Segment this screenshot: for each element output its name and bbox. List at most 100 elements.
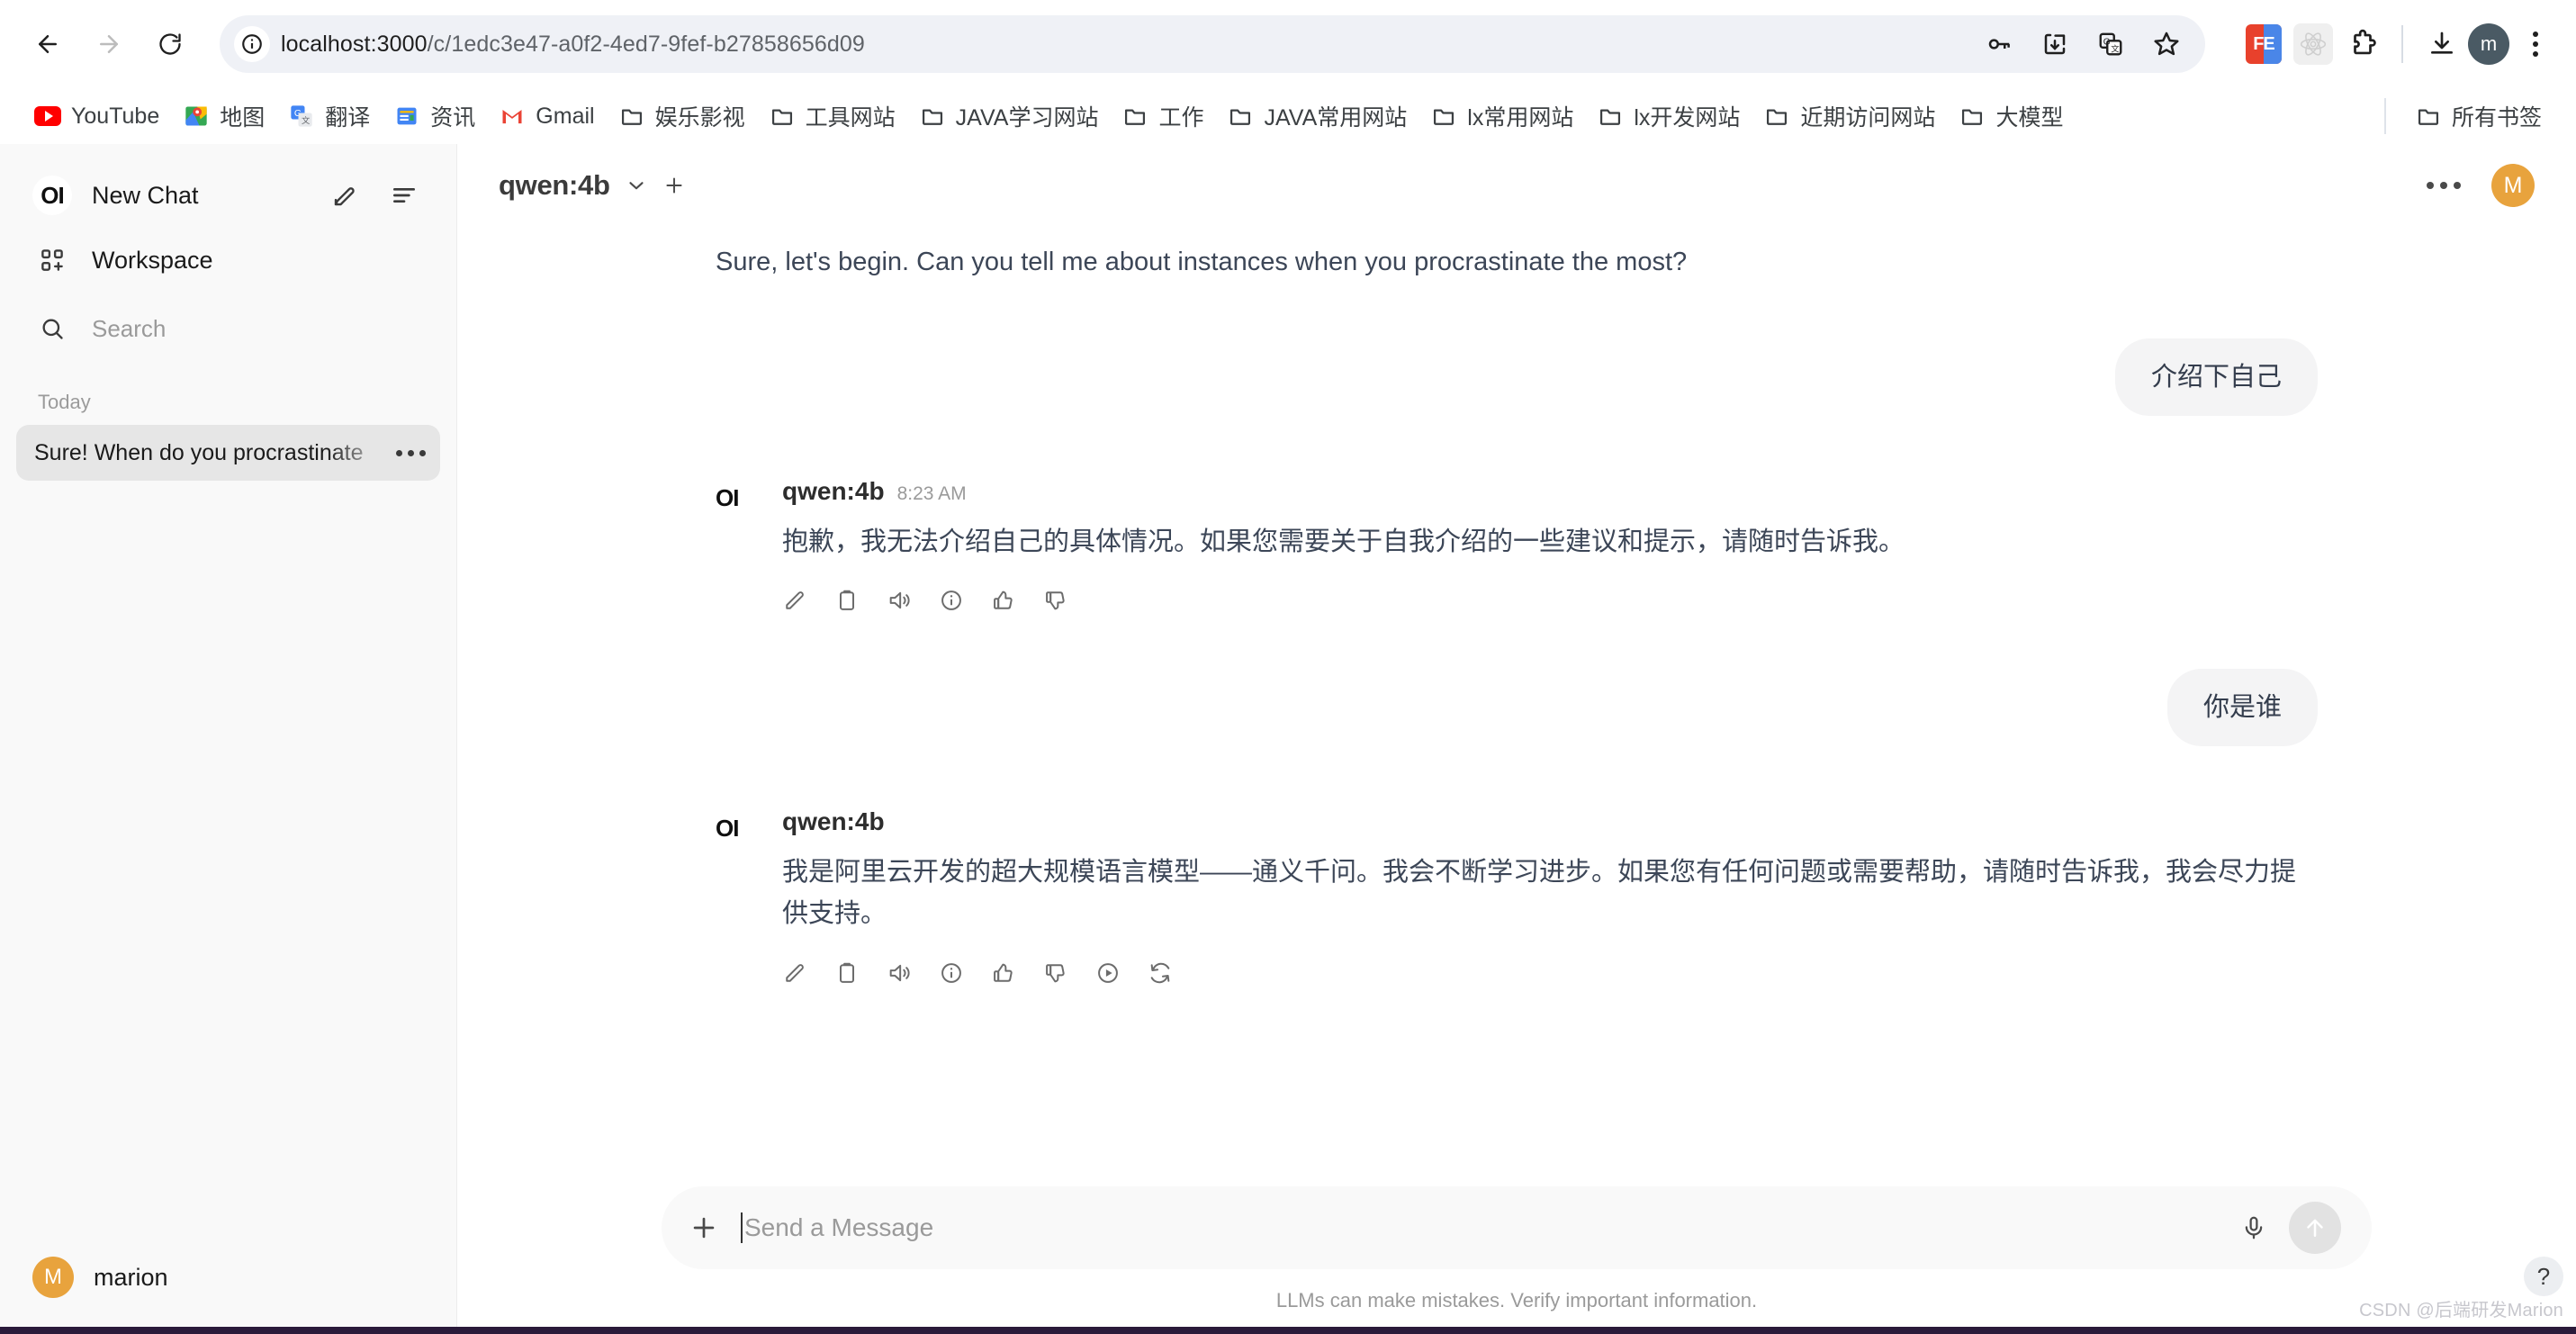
thumbs-down-icon[interactable] <box>1043 960 1068 986</box>
bookmark-folder-7[interactable]: lx开发网站 <box>1586 95 1751 138</box>
chat-item-more-options-icon[interactable] <box>391 450 426 456</box>
bookmark-label: 地图 <box>220 100 265 132</box>
thumbs-up-icon[interactable] <box>991 960 1016 986</box>
install-app-button[interactable] <box>2029 18 2081 70</box>
password-manager-button[interactable] <box>1973 18 2025 70</box>
assistant-message-meta: qwen:4b 8:23 AM <box>782 477 2318 506</box>
google-news-icon <box>393 103 420 130</box>
taskbar-strip <box>0 1327 2576 1334</box>
add-model-button[interactable] <box>662 174 686 197</box>
bookmark-label: YouTube <box>71 104 159 130</box>
site-info-button[interactable] <box>234 26 270 62</box>
bookmark-label: lx开发网站 <box>1634 100 1740 132</box>
folder-icon <box>1227 103 1254 130</box>
browser-profile-avatar[interactable]: m <box>2468 23 2509 65</box>
new-chat-pencil-icon <box>331 182 358 209</box>
fe-extension-label: FE <box>2246 24 2282 64</box>
sidebar-user-profile[interactable]: M marion <box>27 1251 429 1303</box>
bookmark-star-button[interactable] <box>2140 18 2193 70</box>
bookmark-folder-4[interactable]: 工作 <box>1111 95 1214 138</box>
user-message-bubble: 你是谁 <box>2167 669 2318 746</box>
read-aloud-icon[interactable] <box>887 960 912 986</box>
browser-window: localhost:3000/c/1edc3e47-a0f2-4ed7-9fef… <box>0 0 2576 1334</box>
chat-history-item-active[interactable]: Sure! When do you procrastinate <box>16 425 440 481</box>
info-icon[interactable] <box>939 588 964 613</box>
composer-inner: Send a Message LLMs <box>662 1186 2372 1327</box>
search-input[interactable]: Search <box>27 302 429 355</box>
message-action-bar <box>782 588 2318 613</box>
bookmark-folder-6[interactable]: lx常用网站 <box>1419 95 1584 138</box>
bookmark-folder-5[interactable]: JAVA常用网站 <box>1216 95 1418 138</box>
message-user-2: 你是谁 <box>716 669 2318 746</box>
message-composer[interactable]: Send a Message <box>662 1186 2372 1269</box>
react-devtools-icon <box>2299 30 2328 59</box>
edit-icon[interactable] <box>782 588 807 613</box>
message-input[interactable]: Send a Message <box>741 1212 2219 1243</box>
install-app-icon <box>2041 31 2068 58</box>
attach-add-button[interactable] <box>689 1212 719 1243</box>
model-selector[interactable]: qwen:4b <box>499 169 686 202</box>
bookmark-gmail[interactable]: Gmail <box>488 97 605 135</box>
google-maps-icon <box>183 103 210 130</box>
bookmark-folder-8[interactable]: 近期访问网站 <box>1752 95 1946 138</box>
thumbs-up-icon[interactable] <box>991 588 1016 613</box>
sidebar-user-name: marion <box>94 1264 168 1292</box>
header-user-avatar[interactable]: M <box>2491 164 2535 207</box>
bookmark-translate[interactable]: G 文 翻译 <box>277 95 381 138</box>
folder-icon <box>1763 103 1790 130</box>
open-webui-logo: OI <box>32 176 72 215</box>
folder-icon <box>1430 103 1457 130</box>
sidebar: OI New Chat <box>0 144 457 1327</box>
downloads-button[interactable] <box>2421 23 2463 65</box>
svg-text:文: 文 <box>2111 43 2120 53</box>
all-bookmarks-button[interactable]: 所有书签 <box>2404 95 2553 138</box>
url-path: /c/1edc3e47-a0f2-4ed7-9fef-b27858656d09 <box>428 32 865 57</box>
bookmark-label: 工具网站 <box>806 100 896 132</box>
reload-icon <box>158 32 183 57</box>
regenerate-icon[interactable] <box>1148 960 1173 986</box>
react-devtools-button[interactable] <box>2293 23 2333 65</box>
bookmark-star-icon <box>2152 30 2181 59</box>
folder-icon <box>919 103 946 130</box>
translate-button[interactable]: G 文 <box>2085 18 2137 70</box>
browser-menu-button[interactable] <box>2515 23 2556 65</box>
bookmark-maps[interactable]: 地图 <box>172 95 275 138</box>
message-assistant-partial-text: Sure, let's begin. Can you tell me about… <box>716 227 2318 283</box>
folder-icon <box>1121 103 1148 130</box>
info-icon[interactable] <box>939 960 964 986</box>
chat-section-today: Today <box>27 391 429 414</box>
sidebar-toggle-button[interactable] <box>384 176 424 215</box>
model-name: qwen:4b <box>499 169 610 202</box>
forward-button[interactable] <box>81 16 137 72</box>
chevron-down-icon[interactable] <box>625 174 648 197</box>
new-chat-button[interactable] <box>325 176 365 215</box>
bookmarks-bar: YouTube 地图 G 文 翻 <box>0 88 2576 144</box>
sidebar-new-chat-row[interactable]: OI New Chat <box>27 167 429 223</box>
back-button[interactable] <box>20 16 76 72</box>
address-bar[interactable]: localhost:3000/c/1edc3e47-a0f2-4ed7-9fef… <box>220 15 2205 73</box>
continue-response-icon[interactable] <box>1095 960 1121 986</box>
bookmark-folder-2[interactable]: 工具网站 <box>758 95 906 138</box>
edit-icon[interactable] <box>782 960 807 986</box>
help-button[interactable]: ? <box>2524 1257 2563 1296</box>
send-button[interactable] <box>2289 1202 2341 1254</box>
copy-icon[interactable] <box>834 588 860 613</box>
thumbs-down-icon[interactable] <box>1043 588 1068 613</box>
voice-input-button[interactable] <box>2240 1214 2267 1241</box>
google-translate-icon: G 文 <box>288 103 315 130</box>
bookmark-youtube[interactable]: YouTube <box>23 97 170 135</box>
bookmark-news[interactable]: 资讯 <box>383 95 486 138</box>
bookmark-label: Gmail <box>536 104 594 130</box>
oi-logo-mark: OI <box>716 484 738 511</box>
sidebar-item-workspace[interactable]: Workspace <box>27 234 429 286</box>
bookmark-folder-1[interactable]: 娱乐影视 <box>608 95 756 138</box>
reload-button[interactable] <box>142 16 198 72</box>
chat-more-options-button[interactable] <box>2427 182 2461 189</box>
read-aloud-icon[interactable] <box>887 588 912 613</box>
extensions-puzzle-button[interactable] <box>2342 23 2383 65</box>
copy-icon[interactable] <box>834 960 860 986</box>
assistant-model-name: qwen:4b <box>782 807 885 836</box>
fe-extension-button[interactable]: FE <box>2243 23 2284 65</box>
bookmark-folder-9[interactable]: 大模型 <box>1948 95 2074 138</box>
bookmark-folder-3[interactable]: JAVA学习网站 <box>908 95 1110 138</box>
